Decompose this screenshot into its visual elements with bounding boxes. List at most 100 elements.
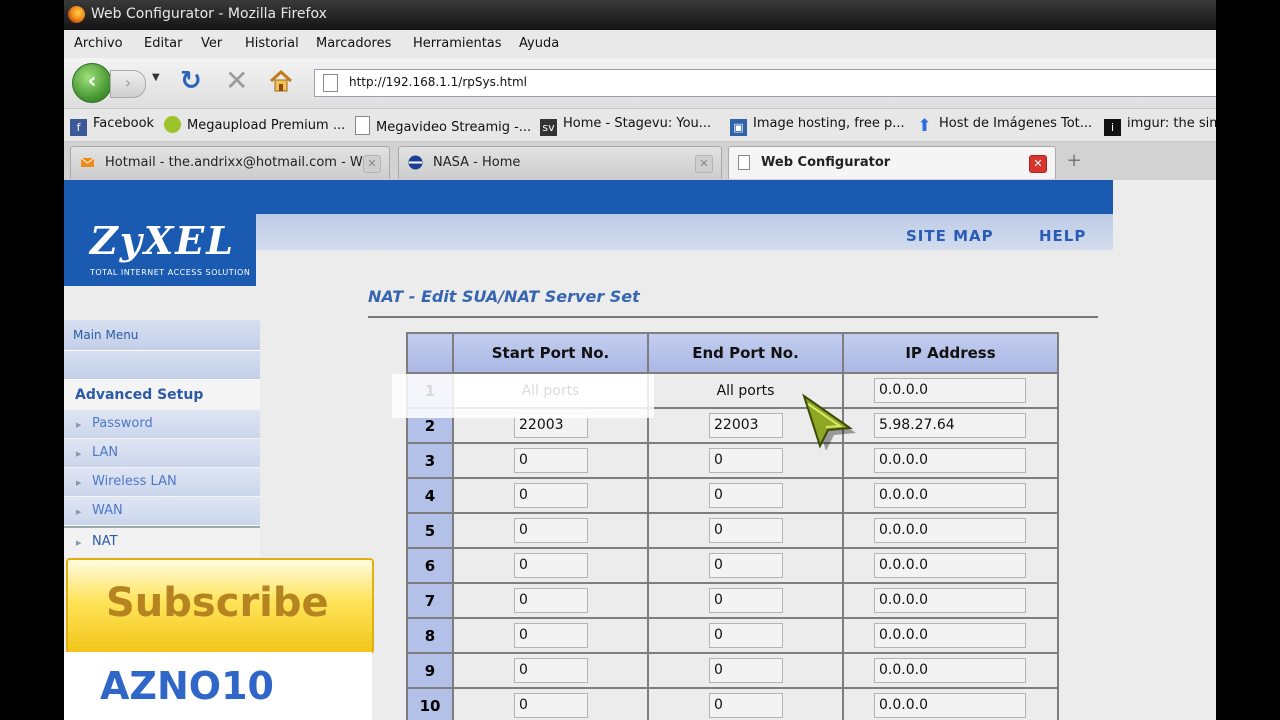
header-band [64,180,1113,214]
bookmark-host-imagenes[interactable]: ⬆ Host de Imágenes Tot... [916,116,1092,135]
forward-button[interactable]: › [110,70,146,98]
bookmark-imgur[interactable]: i imgur: the sim [1104,116,1216,136]
end-port-input[interactable]: 0 [709,553,783,578]
help-link[interactable]: HELP [1039,227,1086,245]
reload-icon[interactable]: ↻ [180,66,202,96]
browser-window: Web Configurator - Mozilla Firefox Archi… [64,0,1216,720]
tab-web-configurator[interactable]: Web Configurator ✕ [728,146,1056,179]
menu-archivo[interactable]: Archivo [74,36,123,51]
page-title: NAT - Edit SUA/NAT Server Set [368,287,640,306]
row-number: 9 [406,652,454,689]
close-tab-icon[interactable]: ✕ [363,155,381,173]
start-port-input[interactable]: 0 [514,623,588,648]
sidebar-item-lan[interactable]: ▶ LAN [64,439,260,468]
ip-address-input[interactable]: 5.98.27.64 [874,413,1026,438]
ip-address-input[interactable]: 0.0.0.0 [874,378,1026,403]
menu-ver[interactable]: Ver [201,36,222,51]
ip-address-input[interactable]: 0.0.0.0 [874,518,1026,543]
close-tab-icon[interactable]: ✕ [1029,155,1047,173]
sidebar-item-password[interactable]: ▶ Password [64,410,260,439]
row-number: 1 [406,372,454,409]
table-row: 5 0 0 0.0.0.0 [406,512,1059,549]
start-port-input[interactable]: 22003 [514,413,588,438]
page-icon [738,155,750,170]
title-divider [368,316,1098,318]
end-port-input[interactable]: 0 [709,448,783,473]
brand-name: ZyXEL [90,218,235,263]
end-port-input[interactable]: 22003 [709,413,783,438]
start-port-input[interactable]: 0 [514,588,588,613]
ip-address-input[interactable]: 0.0.0.0 [874,693,1026,718]
nasa-icon [408,155,423,170]
stop-icon[interactable]: ✕ [225,64,248,97]
bullet-icon: ▶ [76,539,82,547]
ip-address-input[interactable]: 0.0.0.0 [874,658,1026,683]
page-icon [355,116,370,135]
history-dropdown-icon[interactable]: ▼ [152,72,160,83]
menu-marcadores[interactable]: Marcadores [316,36,391,51]
row-number: 2 [406,407,454,444]
end-port-input[interactable]: 0 [709,623,783,648]
start-port-input[interactable]: 0 [514,518,588,543]
image-hosting-icon: ▣ [730,119,747,136]
menu-bar: Archivo Editar Ver Historial Marcadores … [64,30,1216,59]
page-icon [323,74,338,92]
site-map-link[interactable]: SITE MAP [906,227,994,245]
start-port-input[interactable]: 0 [514,448,588,473]
sidebar-item-nat[interactable]: ▶ NAT [64,526,260,557]
info-icon: i [1104,119,1121,136]
bookmark-facebook[interactable]: f Facebook [70,116,154,136]
start-port-input[interactable]: 0 [514,693,588,718]
header-end-port: End Port No. [647,332,844,374]
menu-herramientas[interactable]: Herramientas [413,36,502,51]
bookmark-megavideo[interactable]: Megavideo Streamig -... [355,116,531,135]
end-port-input[interactable]: 0 [709,693,783,718]
title-bar: Web Configurator - Mozilla Firefox [64,0,1216,30]
back-arrow-icon: ‹ [87,69,97,94]
navigation-toolbar: ‹ › ▼ ↻ ✕ http://192.168.1.1/rpSys.html [64,58,1216,109]
ip-address-input[interactable]: 0.0.0.0 [874,553,1026,578]
facebook-icon: f [70,119,87,136]
end-port-input[interactable]: 0 [709,588,783,613]
bookmark-image-hosting[interactable]: ▣ Image hosting, free p... [730,116,905,136]
sidebar-advanced-setup[interactable]: Advanced Setup [64,380,260,410]
ip-address-input[interactable]: 0.0.0.0 [874,483,1026,508]
end-port-input[interactable]: 0 [709,483,783,508]
tab-strip: Hotmail - the.andrixx@hotmail.com - Wi..… [64,142,1216,181]
table-row: 7 0 0 0.0.0.0 [406,582,1059,619]
table-row: 4 0 0 0.0.0.0 [406,477,1059,514]
menu-historial[interactable]: Historial [245,36,299,51]
ip-address-input[interactable]: 0.0.0.0 [874,448,1026,473]
table-row: 9 0 0 0.0.0.0 [406,652,1059,689]
forward-arrow-icon: › [124,73,132,92]
end-port-input[interactable]: 0 [709,518,783,543]
sidebar-item-wan[interactable]: ▶ WAN [64,497,260,526]
bullet-icon: ▶ [76,479,82,487]
sidebar-item-wireless-lan[interactable]: ▶ Wireless LAN [64,468,260,497]
bullet-icon: ▶ [76,450,82,458]
back-button[interactable]: ‹ [72,63,112,103]
end-port-input[interactable]: 0 [709,658,783,683]
ip-address-input[interactable]: 0.0.0.0 [874,588,1026,613]
tab-hotmail[interactable]: Hotmail - the.andrixx@hotmail.com - Wi..… [70,146,390,179]
subscribe-banner[interactable]: Subscribe [66,558,374,654]
start-port-input[interactable]: 0 [514,658,588,683]
start-port-input[interactable]: 0 [514,483,588,508]
start-port-input[interactable]: 0 [514,553,588,578]
tab-label: NASA - Home [433,155,521,170]
sidebar-main-menu[interactable]: Main Menu [64,320,260,351]
bookmark-megaupload[interactable]: Megaupload Premium ... [164,116,345,133]
address-bar[interactable]: http://192.168.1.1/rpSys.html [314,69,1216,97]
tab-label: Web Configurator [761,155,891,170]
menu-editar[interactable]: Editar [144,36,183,51]
menu-ayuda[interactable]: Ayuda [519,36,559,51]
tab-nasa[interactable]: NASA - Home ✕ [398,146,722,179]
ip-address-input[interactable]: 0.0.0.0 [874,623,1026,648]
header-ip-address: IP Address [842,332,1059,374]
home-icon[interactable] [268,68,294,94]
close-tab-icon[interactable]: ✕ [695,155,713,173]
bookmarks-toolbar: f Facebook Megaupload Premium ... Megavid… [64,109,1216,142]
new-tab-icon[interactable]: + [1062,150,1086,174]
bookmark-stagevu[interactable]: sv Home - Stagevu: You... [540,116,711,136]
brand-tagline: TOTAL INTERNET ACCESS SOLUTION [90,268,251,277]
